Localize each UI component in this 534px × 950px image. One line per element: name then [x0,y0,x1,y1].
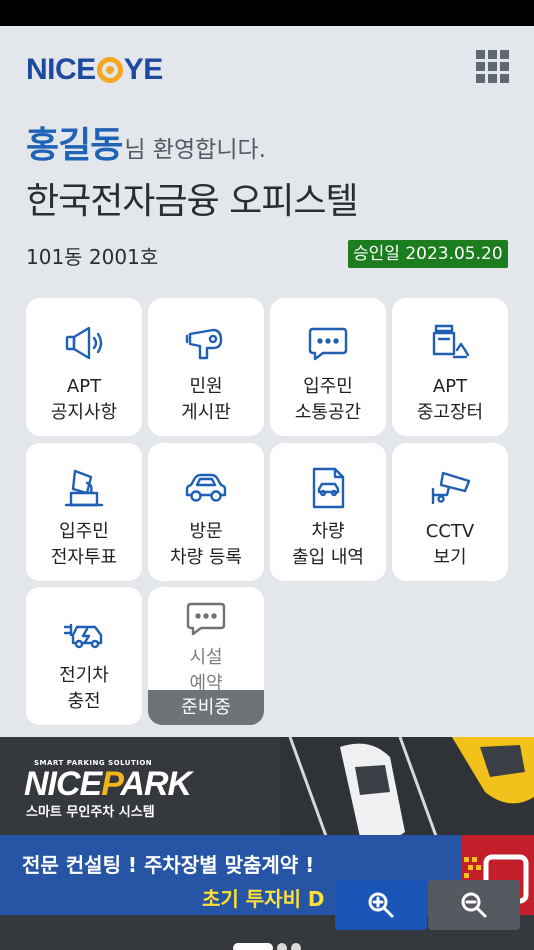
nicepark-logo: NICEPARK [24,765,192,804]
menu-label-line2: 차량 등록 [170,547,242,568]
menu-vehicle-access-log[interactable]: 차량출입 내역 [270,443,386,581]
banner-subtitle: 스마트 무인주차 시스템 [26,805,155,820]
menu-label-line2: 보기 [433,547,467,568]
carousel-dot[interactable] [291,943,301,950]
preparing-badge: 준비중 [148,690,264,725]
menu-label-line2: 중고장터 [416,402,484,423]
menu-label-line2: 전자투표 [50,547,118,568]
menu-apt-notice[interactable]: APT 공지사항 [26,298,142,436]
status-bar [0,0,534,26]
menu-label-line1: 입주민 [303,376,353,397]
zoom-in-button[interactable] [335,880,427,930]
recycle-bag-icon [427,320,473,366]
nice-eye-logo: NICE YE [26,52,163,88]
promo-line-1: 전문 컨설팅 ! 주차장별 맞춤계약 ! [22,853,315,877]
menu-label-line1: 시설 [189,647,223,668]
menu-label-line2: 출입 내역 [292,547,364,568]
approval-date-badge: 승인일 2023.05.20 [348,240,508,268]
unit-number: 101동 2001호 [26,245,159,269]
menu-label-line1: APT [432,376,468,397]
menu-visitor-car-register[interactable]: 방문차량 등록 [148,443,264,581]
welcome-line: 홍길동 님 환영합니다. [26,116,266,168]
car-icon [183,465,229,511]
grid-menu-icon[interactable] [476,50,509,83]
menu-cctv-view[interactable]: CCTV 보기 [392,443,508,581]
menu-label-line1: 민원 [189,376,223,397]
user-name: 홍길동 [26,125,123,166]
ballot-box-icon [61,465,107,511]
menu-label-line1: APT [66,376,102,397]
nicepark-logo-a: NICE [24,765,102,803]
menu-resident-community[interactable]: 입주민소통공간 [270,298,386,436]
menu-label-line1: 방문 [189,521,223,542]
menu-label-line2: 소통공간 [294,402,362,423]
menu-label-line2: 충전 [67,691,101,712]
menu-complaint-board[interactable]: 민원게시판 [148,298,264,436]
menu-electronic-vote[interactable]: 입주민전자투표 [26,443,142,581]
car-document-icon [305,465,351,511]
carousel-dot-active[interactable] [233,943,273,950]
logo-eye-icon [96,57,123,83]
menu-label-line1: 입주민 [59,521,109,542]
menu-apt-market[interactable]: APT 중고장터 [392,298,508,436]
menu-label-line1: CCTV [425,521,475,542]
carousel-dot[interactable] [277,943,287,950]
menu-label-line1: 전기차 [59,665,109,686]
logo-text-right: YE [123,53,164,86]
chat-bubble-icon [183,595,229,641]
zoom-out-button[interactable] [428,880,520,930]
parking-lot-illustration [280,737,534,847]
menu-label-line1: 차량 [311,521,345,542]
menu-facility-reservation[interactable]: 시설 예약 준비중 [148,587,264,725]
carousel-indicator [233,943,301,950]
menu-label-line2: 공지사항 [50,402,118,423]
menu-ev-charging[interactable]: 전기차충전 [26,587,142,725]
ev-charging-icon [61,609,107,655]
cctv-camera-icon [427,465,473,511]
logo-text-left: NICE [26,53,96,86]
greeting-text: 님 환영합니다. [124,137,266,163]
promo-line-2: 초기 투자비 D [202,887,325,911]
zoom-out-icon [461,892,487,918]
complex-name: 한국전자금융 오피스텔 [26,181,359,222]
zoom-in-icon [368,892,394,918]
menu-label-line2: 게시판 [181,402,231,423]
nicepark-logo-b: ARK [120,765,192,803]
nicepark-logo-p: P [101,765,121,803]
megaphone-icon [61,320,107,366]
chat-bubble-icon [305,320,351,366]
hair-dryer-icon [183,320,229,366]
